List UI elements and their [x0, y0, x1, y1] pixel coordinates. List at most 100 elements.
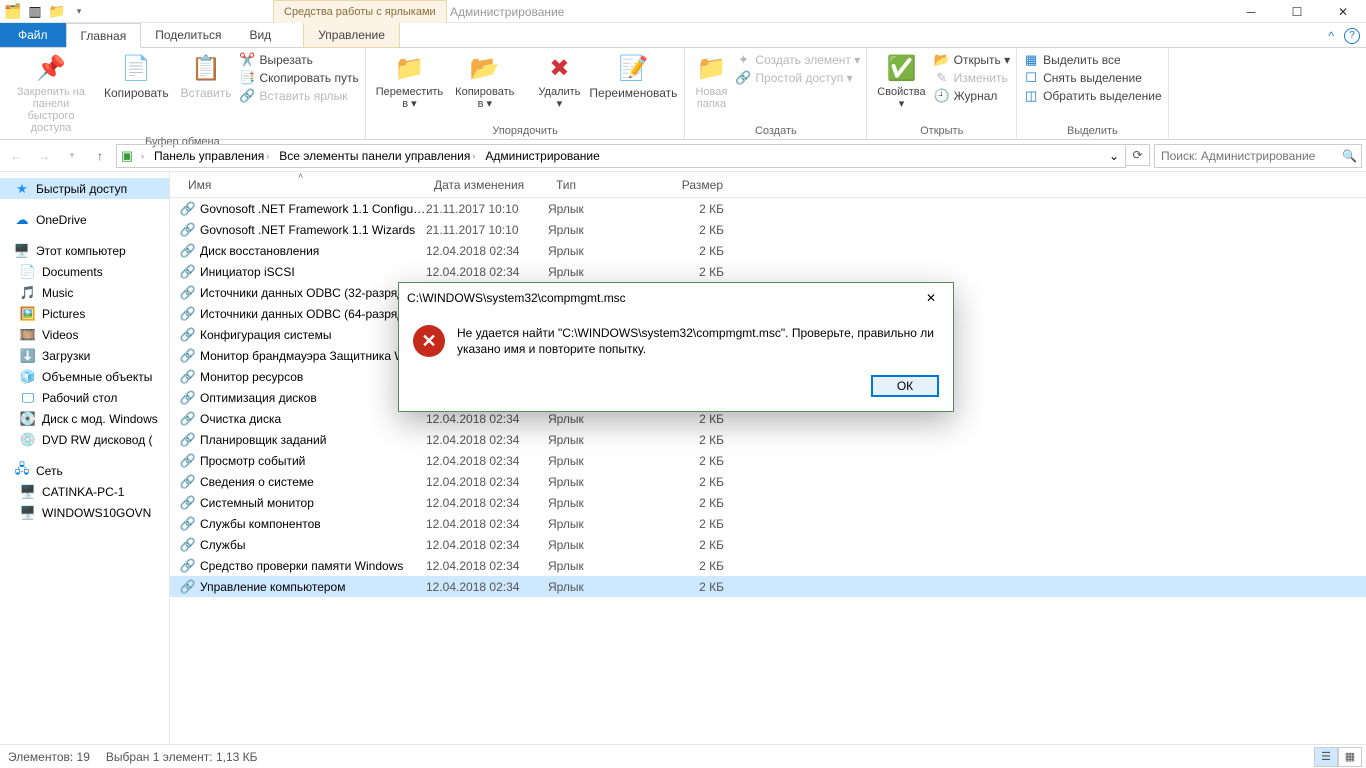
minimize-button[interactable]: ─	[1228, 0, 1274, 23]
nav-music[interactable]: 🎵Music	[0, 282, 169, 303]
nav-onedrive[interactable]: ☁OneDrive	[0, 209, 169, 230]
qat-newfolder-icon[interactable]: 📁	[48, 2, 66, 20]
nav-downloads[interactable]: ⬇️Загрузки	[0, 345, 169, 366]
tab-manage[interactable]: Управление	[303, 23, 400, 48]
nav-3d-objects[interactable]: 🧊Объемные объекты	[0, 366, 169, 387]
nav-this-pc[interactable]: 🖥️Этот компьютер	[0, 240, 169, 261]
column-size[interactable]: Размер	[664, 172, 736, 197]
select-none-button[interactable]: ☐Снять выделение	[1023, 70, 1162, 86]
edit-button[interactable]: ✎Изменить	[934, 70, 1010, 86]
view-icons-button[interactable]: ▦	[1338, 747, 1362, 767]
nav-back-button[interactable]: ←	[4, 144, 28, 168]
file-row[interactable]: 🔗Средство проверки памяти Windows12.04.2…	[170, 555, 1366, 576]
nav-up-button[interactable]: ↑	[88, 144, 112, 168]
easy-access-button[interactable]: 🔗Простой доступ ▾	[735, 70, 860, 86]
properties-icon: ✅	[885, 52, 917, 84]
file-row[interactable]: 🔗Службы компонентов12.04.2018 02:34Ярлык…	[170, 513, 1366, 534]
nav-mod-disk[interactable]: 💽Диск с мод. Windows	[0, 408, 169, 429]
tab-view[interactable]: Вид	[235, 23, 285, 47]
history-button[interactable]: 🕘Журнал	[934, 88, 1010, 104]
qat-properties-icon[interactable]: ▥	[26, 2, 44, 20]
copy-button[interactable]: 📄Копировать	[100, 50, 173, 102]
file-type: Ярлык	[548, 559, 664, 573]
cut-button[interactable]: ✂️Вырезать	[240, 52, 359, 68]
paste-shortcut-button[interactable]: 🔗Вставить ярлык	[240, 88, 359, 104]
paste-button[interactable]: 📋Вставить	[177, 50, 236, 102]
new-folder-button[interactable]: 📁Новая папка	[691, 50, 731, 112]
file-row[interactable]: 🔗Govnosoft .NET Framework 1.1 Wizards21.…	[170, 219, 1366, 240]
error-dialog: C:\WINDOWS\system32\compmgmt.msc ✕ ✕ Не …	[398, 282, 954, 412]
dialog-message: Не удается найти "C:\WINDOWS\system32\co…	[457, 325, 939, 357]
file-size: 2 КБ	[664, 580, 736, 594]
select-invert-button[interactable]: ◫Обратить выделение	[1023, 88, 1162, 104]
tab-share[interactable]: Поделиться	[141, 23, 235, 47]
help-icon[interactable]: ?	[1344, 28, 1360, 44]
nav-desktop[interactable]: 🖵Рабочий стол	[0, 387, 169, 408]
delete-button[interactable]: ✖Удалить ▾	[534, 50, 584, 112]
file-row[interactable]: 🔗Диск восстановления12.04.2018 02:34Ярлы…	[170, 240, 1366, 261]
tab-file[interactable]: Файл	[0, 23, 66, 47]
cut-icon: ✂️	[240, 52, 256, 68]
file-name: Сведения о системе	[200, 475, 426, 489]
nav-recent-button[interactable]: ▾	[60, 144, 84, 168]
dialog-ok-button[interactable]: ОК	[871, 375, 939, 397]
file-row[interactable]: 🔗Службы12.04.2018 02:34Ярлык2 КБ	[170, 534, 1366, 555]
nav-documents[interactable]: 📄Documents	[0, 261, 169, 282]
file-name: Планировщик заданий	[200, 433, 426, 447]
file-row[interactable]: 🔗Govnosoft .NET Framework 1.1 Configur..…	[170, 198, 1366, 219]
shortcut-icon: 🔗	[180, 474, 196, 490]
dialog-close-button[interactable]: ✕	[917, 287, 945, 309]
breadcrumb-dropdown-icon[interactable]: ⌄	[1105, 149, 1123, 163]
nav-network-pc[interactable]: 🖥️CATINKA-PC-1	[0, 481, 169, 502]
nav-pictures[interactable]: 🖼️Pictures	[0, 303, 169, 324]
nav-forward-button[interactable]: →	[32, 144, 56, 168]
copy-path-button[interactable]: 📑Скопировать путь	[240, 70, 359, 86]
file-date: 12.04.2018 02:34	[426, 265, 548, 279]
file-name: Инициатор iSCSI	[200, 265, 426, 279]
search-box[interactable]: 🔍	[1154, 144, 1362, 168]
shortcut-icon: 🔗	[180, 453, 196, 469]
nav-network[interactable]: 🖧Сеть	[0, 460, 169, 481]
breadcrumb-item[interactable]: Администрирование	[481, 149, 603, 163]
column-type[interactable]: Тип	[548, 172, 664, 197]
new-item-button[interactable]: ✦Создать элемент ▾	[735, 52, 860, 68]
group-select-label: Выделить	[1023, 125, 1162, 139]
file-row[interactable]: 🔗Инициатор iSCSI12.04.2018 02:34Ярлык2 К…	[170, 261, 1366, 282]
rename-button[interactable]: 📝Переименовать	[588, 50, 678, 102]
copy-to-button[interactable]: 📂Копировать в ▾	[451, 50, 518, 112]
file-size: 2 КБ	[664, 202, 736, 216]
view-details-button[interactable]: ☰	[1314, 747, 1338, 767]
file-list: 🔗Govnosoft .NET Framework 1.1 Configur..…	[170, 198, 1366, 750]
open-button[interactable]: 📂Открыть ▾	[934, 52, 1010, 68]
search-input[interactable]	[1159, 148, 1342, 164]
select-all-button[interactable]: ▦Выделить все	[1023, 52, 1162, 68]
file-type: Ярлык	[548, 412, 664, 426]
close-button[interactable]: ✕	[1320, 0, 1366, 23]
file-row[interactable]: 🔗Сведения о системе12.04.2018 02:34Ярлык…	[170, 471, 1366, 492]
breadcrumb-item[interactable]: Панель управления ›	[150, 149, 273, 163]
edit-icon: ✎	[934, 70, 950, 86]
file-row[interactable]: 🔗Системный монитор12.04.2018 02:34Ярлык2…	[170, 492, 1366, 513]
refresh-button[interactable]: ⟳	[1126, 144, 1150, 166]
file-size: 2 КБ	[664, 475, 736, 489]
properties-button[interactable]: ✅Свойства ▾	[873, 50, 929, 112]
breadcrumb-bar[interactable]: ▣ › Панель управления › Все элементы пан…	[116, 144, 1126, 168]
file-type: Ярлык	[548, 517, 664, 531]
file-size: 2 КБ	[664, 412, 736, 426]
file-row[interactable]: 🔗Планировщик заданий12.04.2018 02:34Ярлы…	[170, 429, 1366, 450]
tab-home[interactable]: Главная	[66, 23, 142, 48]
move-to-button[interactable]: 📁Переместить в ▾	[372, 50, 447, 112]
breadcrumb-item[interactable]: Все элементы панели управления ›	[275, 149, 479, 163]
nav-network-pc[interactable]: 🖥️WINDOWS10GOVN	[0, 502, 169, 523]
qat-dropdown-icon[interactable]: ▾	[70, 2, 88, 20]
file-row[interactable]: 🔗Просмотр событий12.04.2018 02:34Ярлык2 …	[170, 450, 1366, 471]
file-name: Системный монитор	[200, 496, 426, 510]
nav-videos[interactable]: 🎞️Videos	[0, 324, 169, 345]
file-row[interactable]: 🔗Управление компьютером12.04.2018 02:34Я…	[170, 576, 1366, 597]
nav-dvd[interactable]: 💿DVD RW дисковод (	[0, 429, 169, 450]
maximize-button[interactable]: ☐	[1274, 0, 1320, 23]
column-date[interactable]: Дата изменения	[426, 172, 548, 197]
ribbon-collapse-icon[interactable]: ^	[1328, 29, 1334, 43]
nav-quick-access[interactable]: ★Быстрый доступ	[0, 178, 169, 199]
pin-quickaccess-button[interactable]: 📌Закрепить на панели быстрого доступа	[6, 50, 96, 136]
